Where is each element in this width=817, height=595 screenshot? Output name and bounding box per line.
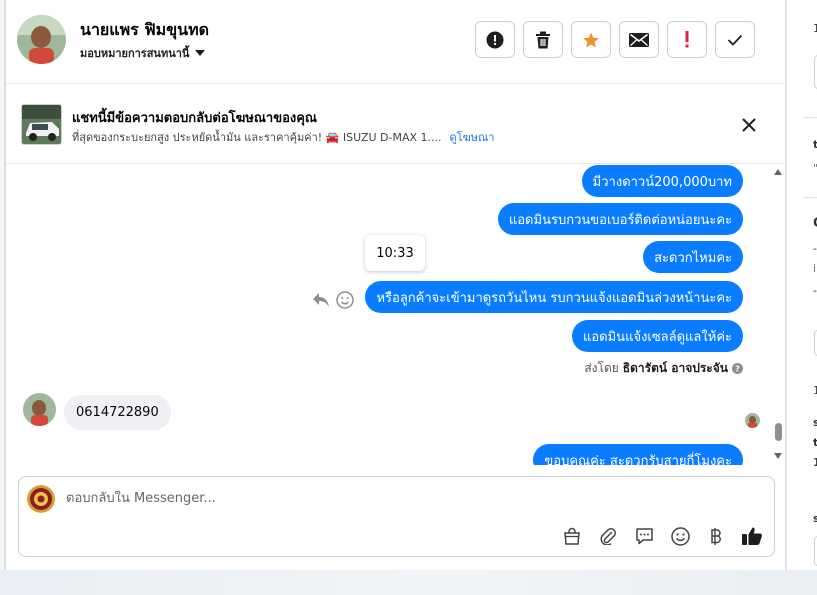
scroll-up-arrow[interactable]: [774, 169, 782, 175]
emoji-button[interactable]: [668, 524, 692, 548]
message-hover-actions: [312, 291, 354, 309]
thumbs-up-icon: [742, 527, 762, 545]
outgoing-message[interactable]: หรือลูกค้าจะเข้ามาดูรถวันไหน รบกวนแจ้งแอ…: [365, 281, 743, 313]
assign-label: มอบหมายการสนทนานี้: [80, 47, 190, 60]
conversation-header: นายแพร ฟิมขุนทด มอบหมายการสนทนานี้: [6, 0, 785, 84]
sent-by-label: ส่งโดย: [584, 361, 619, 375]
trash-icon: [536, 31, 550, 48]
sidebar-fragment: -: [813, 242, 817, 255]
page-avatar: [27, 485, 55, 513]
baht-icon: [711, 527, 721, 545]
delete-button[interactable]: [523, 21, 563, 58]
close-banner-button[interactable]: [739, 115, 759, 135]
reply-icon[interactable]: [312, 292, 330, 308]
ad-reply-banner: แชทนี้มีข้อความตอบกลับต่อโฆษณาของคุณ ที่…: [6, 85, 785, 164]
message-thread[interactable]: มีวางดาวน์200,000บาท แอดมินรบกวนขอเบอร์ต…: [6, 165, 785, 465]
message-time-tooltip: 10:33: [365, 235, 425, 271]
outgoing-message[interactable]: ขอบคุณค่ะ สะดวกรับสายกี่โมงคะ: [533, 444, 743, 465]
seen-indicator-avatar: [745, 413, 760, 428]
conversation-panel: นายแพร ฟิมขุนทด มอบหมายการสนทนานี้ แชทนี…: [5, 0, 786, 570]
right-sidebar: 1 t " C - i - 1 s t 1 s: [787, 0, 817, 570]
contact-avatar[interactable]: [17, 15, 66, 64]
mark-done-button[interactable]: [715, 21, 755, 58]
contact-name[interactable]: นายแพร ฟิมขุนทด: [80, 18, 209, 43]
sidebar-fragment: t: [813, 436, 817, 449]
outgoing-message[interactable]: แอดมินแจ้งเซลล์ดูแลให้ค่ะ: [571, 320, 743, 352]
sidebar-fragment: ": [813, 162, 817, 175]
close-icon: [742, 118, 756, 132]
star-button[interactable]: [571, 21, 611, 58]
saved-replies-button[interactable]: [632, 524, 656, 548]
sidebar-fragment: -: [813, 284, 817, 297]
shop-button[interactable]: [560, 524, 584, 548]
sender-name: ธิดารัตน์ อาจประจัน: [622, 361, 728, 375]
incoming-message[interactable]: 0614722890: [64, 395, 171, 430]
mark-important-button[interactable]: [667, 21, 707, 58]
attach-button[interactable]: [596, 524, 620, 548]
sent-by-line: ส่งโดย ธิดารัตน์ อาจประจัน ?: [584, 359, 743, 378]
sidebar-fragment: s: [813, 512, 817, 525]
composer-tools: [560, 524, 764, 548]
ad-description-row: ที่สุดของกระบะยกสูง ประหยัดน้ำมัน และราค…: [72, 128, 494, 146]
sidebar-fragment: 1: [813, 22, 817, 35]
ad-title: แชทนี้มีข้อความตอบกลับต่อโฆษณาของคุณ: [72, 111, 317, 126]
exclamation-circle-icon: [486, 31, 504, 48]
star-icon: [583, 32, 599, 47]
envelope-icon: [629, 32, 649, 47]
chevron-down-icon: [195, 50, 206, 56]
sidebar-fragment: C: [813, 216, 817, 231]
view-ad-link[interactable]: ดูโฆษณา: [450, 128, 495, 146]
sidebar-fragment: i: [813, 262, 817, 275]
reply-composer: [18, 476, 775, 557]
report-spam-button[interactable]: [475, 21, 515, 58]
window-bottom-strip: [0, 570, 817, 595]
header-actions: [475, 21, 755, 58]
outgoing-message[interactable]: มีวางดาวน์200,000บาท: [581, 165, 743, 197]
reply-input[interactable]: [66, 491, 586, 506]
like-button[interactable]: [740, 524, 764, 548]
sidebar-fragment: t: [813, 138, 817, 151]
sidebar-fragment: 1: [813, 456, 817, 469]
outgoing-message[interactable]: สะดวกไหมคะ: [643, 241, 743, 273]
sidebar-divider: [803, 117, 817, 118]
paperclip-icon: [600, 528, 616, 545]
shopping-bag-icon: [564, 527, 580, 545]
payment-button[interactable]: [704, 524, 728, 548]
scrollbar-thumb[interactable]: [775, 423, 782, 441]
sidebar-fragment: s: [813, 416, 817, 429]
sidebar-fragment: 1: [813, 384, 817, 397]
scroll-down-arrow[interactable]: [774, 453, 782, 459]
chat-bubble-icon: [635, 528, 653, 545]
ad-thumbnail[interactable]: [21, 104, 62, 145]
svg-text:?: ?: [735, 365, 740, 374]
sidebar-divider: [803, 197, 817, 198]
outgoing-message[interactable]: แอดมินรบกวนขอเบอร์ติดต่อหน่อยนะคะ: [497, 203, 743, 235]
emoji-icon: [670, 526, 690, 546]
contact-avatar-small: [23, 393, 56, 426]
assign-conversation-dropdown[interactable]: มอบหมายการสนทนานี้: [80, 44, 206, 62]
check-icon: [727, 34, 743, 46]
emoji-react-icon[interactable]: [336, 291, 354, 309]
question-icon[interactable]: ?: [732, 363, 743, 374]
exclamation-icon: [685, 31, 689, 48]
ad-description: ที่สุดของกระบะยกสูง ประหยัดน้ำมัน และราค…: [72, 131, 442, 144]
mark-unread-button[interactable]: [619, 21, 659, 58]
